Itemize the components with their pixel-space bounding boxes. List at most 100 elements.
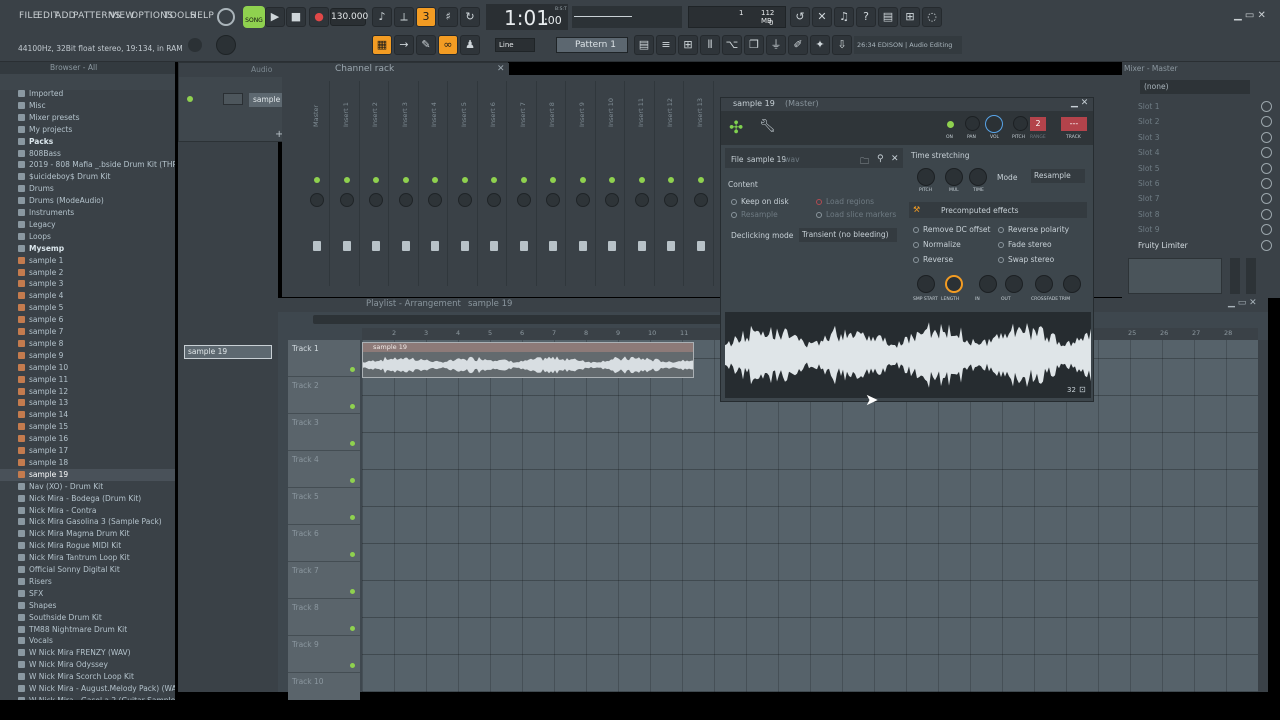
track-header[interactable]: Track 7 [288,562,360,599]
effect-slot[interactable]: Slot 6 [1126,177,1276,191]
mixer-strip-led[interactable] [373,177,379,183]
load-slice-option[interactable]: Load slice markers [816,210,896,219]
fx-knob[interactable] [1035,275,1053,293]
browser-item[interactable]: Mixer presets [0,112,175,124]
effect-radio[interactable] [998,257,1004,263]
menu-help[interactable]: HELP [190,11,214,21]
browser-item[interactable]: sample 9 [0,350,175,362]
edison-close-icon[interactable]: ▁ ✕ [1071,98,1088,108]
channel-mixer-track[interactable] [223,93,243,105]
track-mute-led[interactable] [350,367,355,372]
pitch-knob[interactable] [1013,116,1028,131]
mixer-preset-select[interactable]: (none) [1140,80,1250,94]
mixer-strip[interactable]: Insert 7 [511,81,537,286]
mixer-pan-knob[interactable] [516,193,531,207]
plug-icon[interactable]: ⏚ [766,35,786,55]
arrow-icon[interactable]: → [394,35,414,55]
stamp-icon[interactable]: ♟ [460,35,480,55]
mixer-pan-knob[interactable] [546,193,560,207]
slot-mix-knob[interactable] [1261,162,1272,174]
mixer-strip[interactable]: Insert 9 [570,81,596,286]
pencil-icon[interactable]: ✎ [416,35,436,55]
playlist-icon[interactable]: ▤ [634,35,654,55]
song-mode-toggle[interactable]: SONG [243,6,265,28]
browser-item[interactable]: Drums [0,183,175,195]
browser-item[interactable]: Nick Mira Gasolina 3 (Sample Pack) [0,516,175,528]
link-icon[interactable]: ∞ [438,35,458,55]
slot-mix-knob[interactable] [1261,178,1272,189]
pattern-select[interactable]: Pattern 1 [556,37,628,53]
chat-icon[interactable]: ◌ [922,7,942,27]
mixer-strip-led[interactable] [343,177,350,183]
master-volume-knob[interactable] [217,8,235,26]
mixer-fader[interactable] [549,241,557,251]
window-controls[interactable]: ▁ ▭ ✕ [1234,10,1266,21]
effect-slot[interactable]: Slot 2 [1126,115,1276,129]
browser-item[interactable]: sample 12 [0,386,175,398]
fx-knob[interactable] [979,275,997,293]
effect-slot[interactable]: Slot 8 [1126,208,1276,222]
mixer-strip-led[interactable] [697,177,704,183]
slot-mix-knob[interactable] [1261,116,1272,128]
mixer-pan-knob[interactable] [457,193,472,207]
locate-icon[interactable]: ⚲ [877,154,884,164]
mixer-strip[interactable]: Insert 3 [393,81,419,286]
mixer-strip[interactable]: Insert 6 [481,81,507,286]
pattern-picker-item[interactable]: sample 19 [184,345,272,359]
eq-graph[interactable] [1128,258,1222,294]
effect-option[interactable]: Fade stereo [998,240,1052,249]
metronome-button[interactable]: ♪ [372,7,392,27]
fx-knob[interactable] [945,275,963,293]
mixer-strip-led[interactable] [314,177,320,183]
browser-item[interactable]: sample 17 [0,445,175,457]
browser-item[interactable]: sample 7 [0,326,175,338]
track-mute-led[interactable] [350,478,355,483]
track-header[interactable]: Track 4 [288,451,360,488]
browser-item[interactable]: Mysemp [0,243,175,255]
effect-radio[interactable] [913,257,919,263]
channel-rack-icon[interactable]: ⊞ [678,35,698,55]
track-header[interactable]: Track 3 [288,414,360,451]
browser-item[interactable]: Misc [0,100,175,112]
mixer-fader[interactable] [696,241,705,251]
save-icon[interactable]: ▤ [878,7,898,27]
declicking-select[interactable]: Transient (no bleeding) [799,228,897,242]
mixer-pan-knob[interactable] [634,193,649,207]
fx-knob[interactable] [1063,275,1081,293]
waveform-display[interactable]: 32 ⊡ [725,312,1091,398]
load-slice-radio[interactable] [816,212,822,218]
browser-item[interactable]: sample 16 [0,433,175,445]
ts-time-knob[interactable] [969,168,987,186]
effect-option[interactable]: Swap stereo [998,255,1054,264]
browser-item[interactable]: Nick Mira Tantrum Loop Kit [0,552,175,564]
browser-item[interactable]: $uicideboy$ Drum Kit [0,171,175,183]
track-mute-led[interactable] [350,552,355,557]
mixer-fader[interactable] [637,241,646,251]
mixer-fader[interactable] [519,241,528,251]
track-header[interactable]: Track 6 [288,525,360,562]
browser-item[interactable]: Packs [0,136,175,148]
mixer-fader[interactable] [342,241,351,251]
mixer-fader[interactable] [667,241,675,251]
mixer-strip[interactable]: Master [304,81,330,286]
resample-option[interactable]: Resample [731,210,778,219]
menu-file[interactable]: FILE [19,11,39,21]
mixer-icon[interactable]: ⫴ [700,35,720,55]
track-header[interactable]: Track 9 [288,636,360,673]
mixer-pan-knob[interactable] [575,193,590,207]
mixer-fader[interactable] [401,241,410,251]
mixer-pan-knob[interactable] [693,193,708,207]
track-mute-led[interactable] [350,626,355,631]
vertical-scrollbar[interactable] [1258,340,1268,692]
browser-item[interactable]: Loops [0,231,175,243]
effect-radio[interactable] [998,242,1004,248]
fx-track-select[interactable]: --- [1061,117,1087,131]
browser-item[interactable]: sample 10 [0,362,175,374]
master-pitch-knob[interactable] [216,35,236,55]
browser-item[interactable]: Southside Drum Kit [0,612,175,624]
mixer-strip-led[interactable] [432,177,438,183]
browser-item[interactable]: sample 18 [0,457,175,469]
browser-item[interactable]: sample 8 [0,338,175,350]
playlist-window-controls[interactable]: ▁ ▭ ✕ [1228,298,1257,308]
effect-slot[interactable]: Slot 5 [1126,162,1276,176]
